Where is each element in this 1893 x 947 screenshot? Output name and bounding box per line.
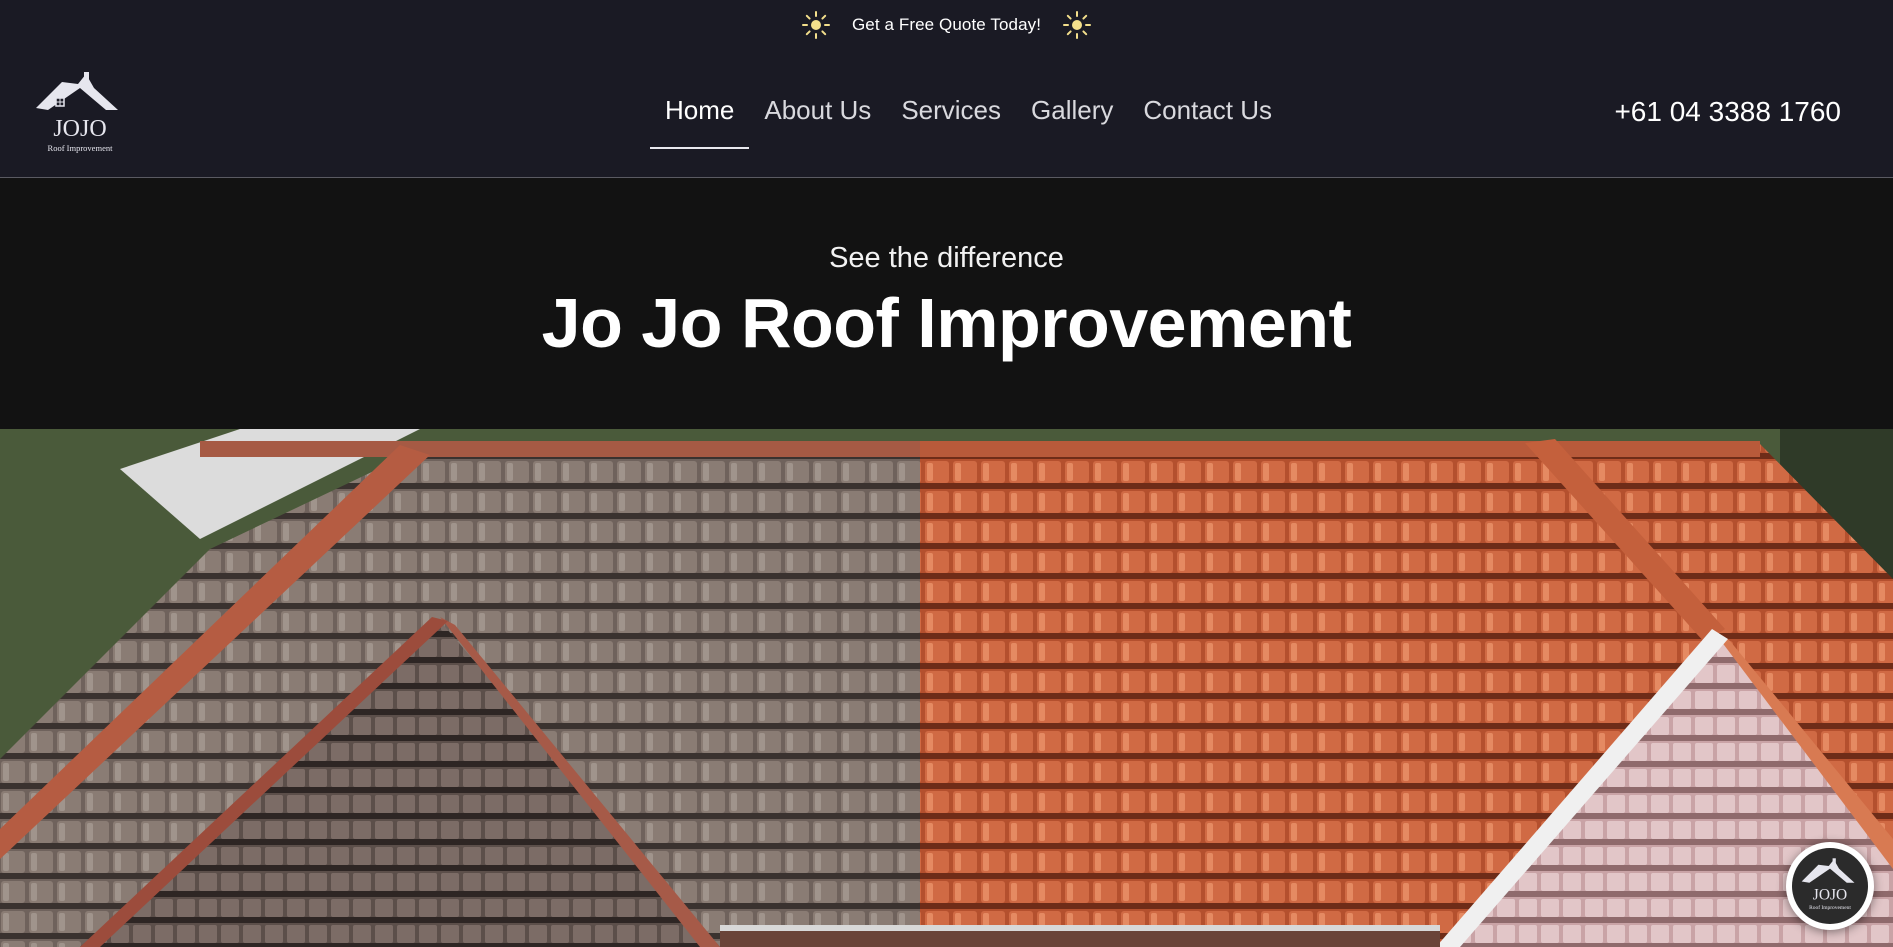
announcement-bar: Get a Free Quote Today! [0, 0, 1893, 50]
phone-link[interactable]: +61 04 3388 1760 [1614, 96, 1841, 128]
nav-gallery[interactable]: Gallery [1016, 50, 1128, 150]
nav-contact-us[interactable]: Contact Us [1128, 50, 1287, 150]
site-header: JOJO Roof Improvement Home About Us Serv… [0, 50, 1893, 178]
site-logo[interactable]: JOJO Roof Improvement [34, 70, 126, 160]
nav-about-us[interactable]: About Us [749, 50, 886, 150]
badge-tagline-text: Roof Improvement [1809, 904, 1851, 911]
before-after-roof-image [0, 429, 1893, 947]
logo-brand-text: JOJO [53, 116, 106, 142]
sun-icon [1063, 11, 1092, 39]
sun-icon [801, 11, 830, 39]
badge-logo-icon: JOJO Roof Improvement [1792, 848, 1868, 924]
badge-brand-text: JOJO [1813, 887, 1847, 904]
hero-title: Jo Jo Roof Improvement [541, 284, 1352, 362]
announcement-text[interactable]: Get a Free Quote Today! [852, 15, 1041, 35]
logo-tagline-text: Roof Improvement [48, 143, 114, 153]
hero-subtitle: See the difference [829, 242, 1064, 274]
nav-services[interactable]: Services [886, 50, 1016, 150]
hero-section: See the difference Jo Jo Roof Improvemen… [0, 179, 1893, 429]
chat-widget-button[interactable]: JOJO Roof Improvement [1786, 842, 1874, 930]
nav-home[interactable]: Home [650, 50, 750, 150]
main-nav: Home About Us Services Gallery Contact U… [650, 50, 1287, 178]
